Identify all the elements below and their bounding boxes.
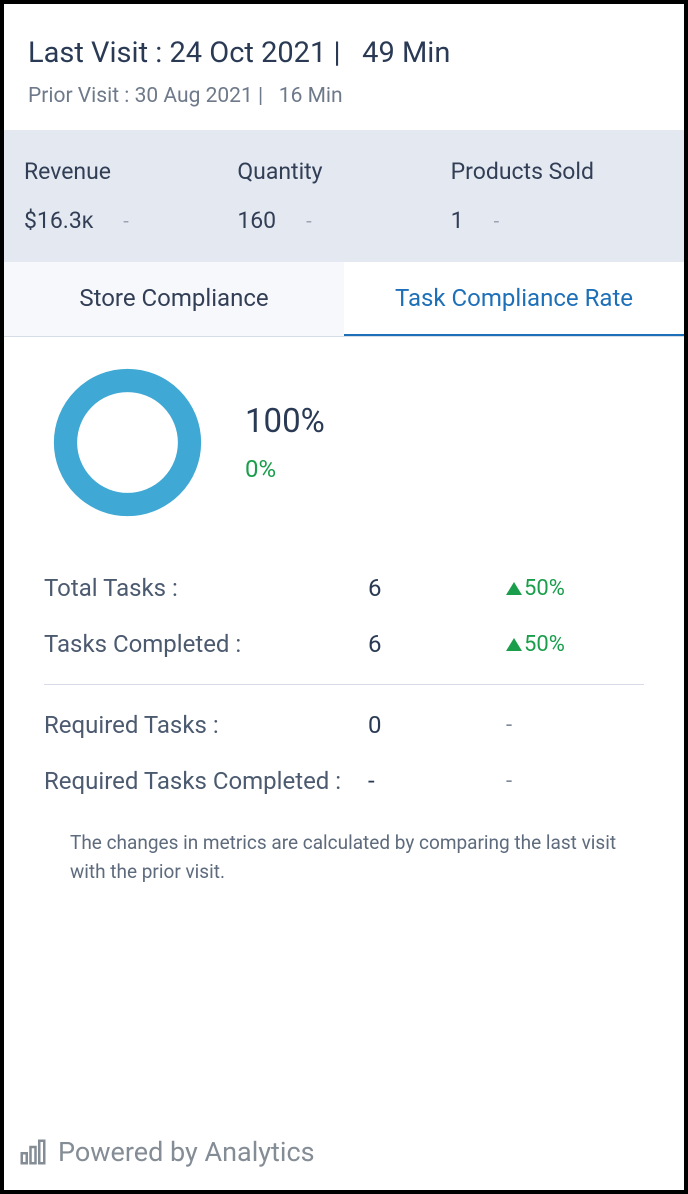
metric-value: 1 (451, 207, 464, 234)
footnote: The changes in metrics are calculated by… (34, 809, 654, 906)
metric-value: $16.3ᴋ (24, 207, 93, 234)
row-tasks-completed: Tasks Completed : 6 50% (44, 616, 644, 672)
prior-visit-label: Prior Visit : (28, 84, 129, 108)
row-required-tasks-completed: Required Tasks Completed : - - (44, 753, 644, 809)
task-change: 50% (506, 576, 644, 601)
task-change: 50% (506, 632, 644, 657)
visit-header: Last Visit : 24 Oct 2021 | 49 Min Prior … (4, 4, 684, 130)
powered-by: Powered by Analytics (4, 1130, 684, 1190)
prior-visit-date: 30 Aug 2021 (135, 84, 253, 108)
task-change: - (506, 769, 644, 794)
triangle-up-icon (506, 638, 522, 651)
task-label: Total Tasks : (44, 574, 368, 602)
task-value: - (368, 767, 506, 795)
metric-label: Products Sold (451, 158, 664, 185)
task-label: Required Tasks : (44, 711, 368, 739)
task-metrics: Total Tasks : 6 50% Tasks Completed : 6 … (34, 560, 654, 809)
triangle-up-icon (506, 582, 522, 595)
tab-content: 100% 0% Total Tasks : 6 50% Tasks Comple… (4, 337, 684, 1130)
metric-revenue: Revenue $16.3ᴋ - (24, 158, 237, 234)
last-visit-line: Last Visit : 24 Oct 2021 | 49 Min (28, 36, 660, 70)
metric-delta: - (494, 209, 500, 233)
metric-delta: - (123, 209, 129, 233)
tab-task-compliance-rate[interactable]: Task Compliance Rate (344, 262, 684, 336)
bar-chart-icon (18, 1137, 48, 1167)
divider (44, 684, 644, 685)
gauge-percent: 100% (245, 402, 325, 441)
last-visit-label: Last Visit : (28, 36, 162, 70)
compliance-ring-icon (50, 365, 205, 520)
task-change: - (506, 713, 644, 738)
metric-value: 160 (237, 207, 276, 234)
row-required-tasks: Required Tasks : 0 - (44, 697, 644, 753)
tabs: Store Compliance Task Compliance Rate (4, 262, 684, 337)
prior-visit-duration: 16 Min (279, 84, 343, 108)
tab-store-compliance[interactable]: Store Compliance (4, 262, 344, 336)
prior-visit-line: Prior Visit : 30 Aug 2021 | 16 Min (28, 84, 660, 108)
task-value: 0 (368, 711, 506, 739)
metric-quantity: Quantity 160 - (237, 158, 450, 234)
metric-delta: - (306, 209, 312, 233)
separator: | (333, 36, 354, 70)
last-visit-duration: 49 Min (362, 36, 450, 70)
metric-products-sold: Products Sold 1 - (451, 158, 664, 234)
gauge-row: 100% 0% (34, 365, 654, 520)
task-value: 6 (368, 574, 506, 602)
task-label: Required Tasks Completed : (44, 767, 368, 795)
row-total-tasks: Total Tasks : 6 50% (44, 560, 644, 616)
metrics-bar: Revenue $16.3ᴋ - Quantity 160 - Products… (4, 130, 684, 262)
powered-label: Powered by Analytics (58, 1136, 315, 1168)
task-label: Tasks Completed : (44, 630, 368, 658)
last-visit-date: 24 Oct 2021 (169, 36, 326, 70)
separator: | (258, 84, 274, 108)
task-value: 6 (368, 630, 506, 658)
metric-label: Quantity (237, 158, 450, 185)
metric-label: Revenue (24, 158, 237, 185)
gauge-sub: 0% (245, 455, 325, 483)
